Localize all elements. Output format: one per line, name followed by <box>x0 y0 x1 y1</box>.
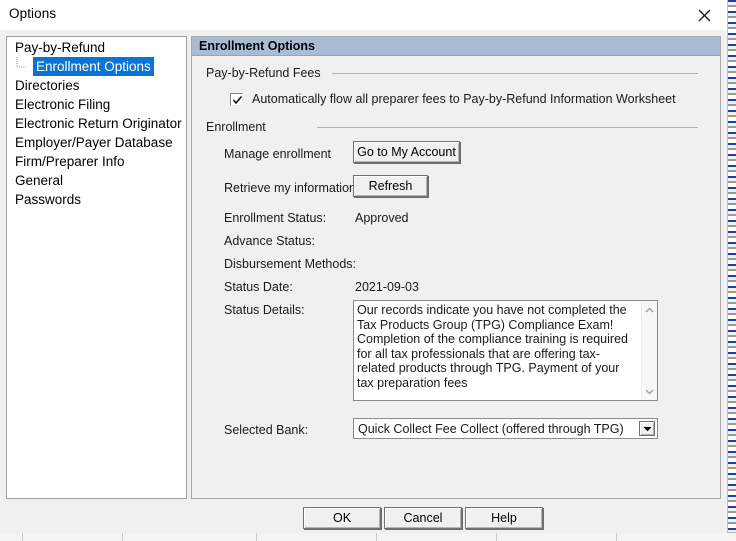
sidebar-item-enrollment-options[interactable]: Enrollment Options <box>7 57 186 76</box>
group-label-enrollment: Enrollment <box>206 120 272 134</box>
sidebar-item-label: Employer/Payer Database <box>15 135 173 150</box>
dialog-titlebar: Options <box>0 0 727 30</box>
close-icon[interactable] <box>682 0 727 30</box>
status-date-value: 2021-09-03 <box>355 280 419 294</box>
sidebar-item-employer-payer-database[interactable]: Employer/Payer Database <box>7 133 186 152</box>
background-grid-divider <box>616 533 617 541</box>
background-grid-divider <box>122 533 123 541</box>
options-category-tree[interactable]: Pay-by-Refund Enrollment Options Directo… <box>6 36 187 499</box>
group-rule-enrollment <box>317 127 698 128</box>
background-grid-divider <box>376 533 377 541</box>
enrollment-options-panel: Enrollment Options Pay-by-Refund Fees Au… <box>191 36 721 499</box>
sidebar-item-label: Enrollment Options <box>33 57 154 76</box>
enrollment-status-value: Approved <box>355 211 409 225</box>
options-dialog: Options Pay-by-Refund Enrollment Options <box>0 0 727 533</box>
help-button[interactable]: Help <box>465 507 543 529</box>
sidebar-item-label: Electronic Filing <box>15 97 111 112</box>
sidebar-item-directories[interactable]: Directories <box>7 76 186 95</box>
dialog-client-area: Pay-by-Refund Enrollment Options Directo… <box>0 30 727 533</box>
selected-bank-label: Selected Bank: <box>224 423 309 437</box>
auto-flow-fees-checkbox[interactable]: Automatically flow all preparer fees to … <box>230 92 676 106</box>
sidebar-item-general[interactable]: General <box>7 171 186 190</box>
sidebar-item-electronic-return-originator-info[interactable]: Electronic Return Originator Info <box>7 114 186 133</box>
ok-button[interactable]: OK <box>303 507 381 529</box>
disbursement-methods-label: Disbursement Methods: <box>224 257 357 271</box>
advance-status-label: Advance Status: <box>224 234 316 248</box>
sidebar-item-label: General <box>15 173 64 188</box>
dialog-title: Options <box>9 6 57 21</box>
background-window-grid-strip <box>0 532 736 541</box>
sidebar-item-electronic-filing[interactable]: Electronic Filing <box>7 95 186 114</box>
selected-bank-dropdown[interactable]: Quick Collect Fee Collect (offered throu… <box>353 418 658 439</box>
tree-connector-icon <box>16 57 32 76</box>
refresh-button[interactable]: Refresh <box>353 175 428 197</box>
status-details-value: Our records indicate you have not comple… <box>357 303 628 390</box>
panel-header: Enrollment Options <box>192 37 720 56</box>
retrieve-my-information-label: Retrieve my information <box>224 181 356 195</box>
sidebar-item-label: Electronic Return Originator Info <box>15 116 186 131</box>
scroll-up-icon[interactable] <box>642 301 657 318</box>
group-label-pay-by-refund-fees: Pay-by-Refund Fees <box>206 66 327 80</box>
cancel-button[interactable]: Cancel <box>384 507 462 529</box>
background-grid-divider <box>256 533 257 541</box>
selected-bank-value: Quick Collect Fee Collect (offered throu… <box>358 422 624 436</box>
sidebar-item-label: Firm/Preparer Info <box>15 154 125 169</box>
chevron-down-icon[interactable] <box>639 421 655 436</box>
status-details-scrollbar[interactable] <box>641 301 657 400</box>
enrollment-status-label: Enrollment Status: <box>224 211 327 225</box>
background-window-sliver <box>727 0 736 541</box>
background-grid-divider <box>496 533 497 541</box>
sidebar-item-label: Passwords <box>15 192 82 207</box>
sidebar-item-passwords[interactable]: Passwords <box>7 190 186 209</box>
sidebar-item-firm-preparer-info[interactable]: Firm/Preparer Info <box>7 152 186 171</box>
manage-enrollment-label: Manage enrollment <box>224 147 332 161</box>
sidebar-item-label: Pay-by-Refund <box>15 40 106 55</box>
sidebar-item-label: Directories <box>15 78 80 93</box>
status-details-label: Status Details: <box>224 303 305 317</box>
status-details-textarea[interactable]: Our records indicate you have not comple… <box>353 300 658 401</box>
group-rule-pay-by-refund-fees <box>332 73 698 74</box>
checkbox-label: Automatically flow all preparer fees to … <box>252 92 676 106</box>
sidebar-item-pay-by-refund[interactable]: Pay-by-Refund <box>7 38 186 57</box>
background-grid-divider <box>22 533 23 541</box>
status-date-label: Status Date: <box>224 280 293 294</box>
scroll-down-icon[interactable] <box>642 383 657 400</box>
page-title: Enrollment Options <box>199 39 315 53</box>
checkbox-checked-icon[interactable] <box>230 92 243 106</box>
go-to-my-account-button[interactable]: Go to My Account <box>353 141 460 163</box>
